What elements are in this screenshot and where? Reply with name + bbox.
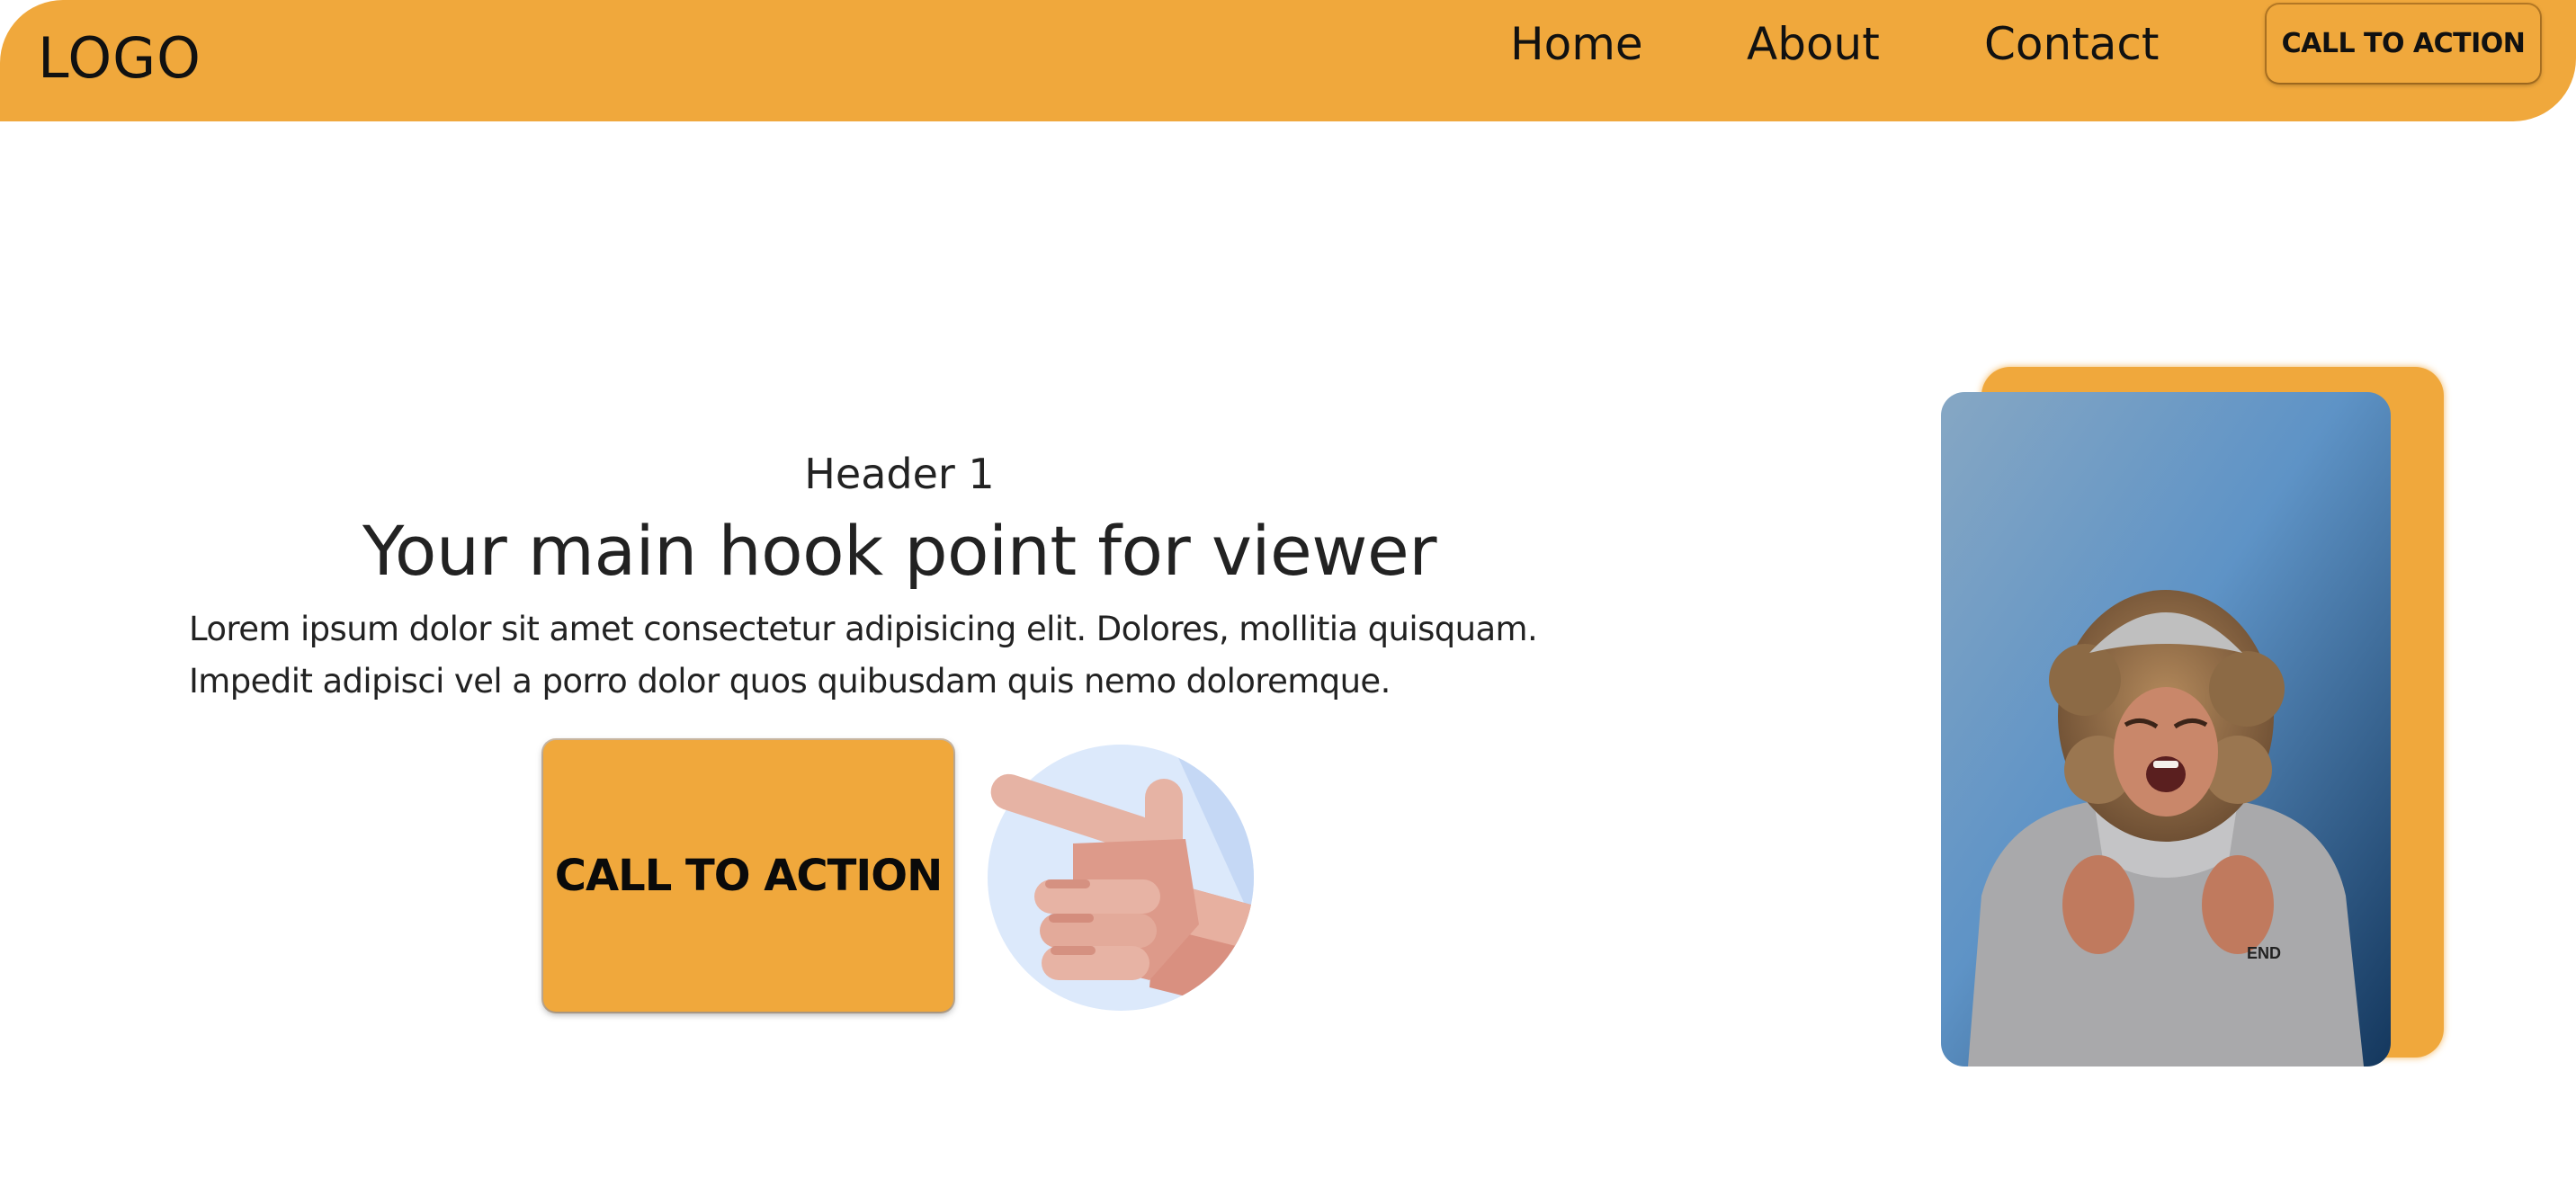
nav-link-about[interactable]: About (1747, 16, 1880, 72)
hero-body-line-1: Lorem ipsum dolor sit amet consectetur a… (189, 610, 1538, 648)
logo[interactable]: LOGO (38, 25, 201, 91)
hero-hook-title: Your main hook point for viewer (362, 511, 1436, 591)
hero-header: Header 1 (804, 450, 995, 498)
hero-body-line-2: Impedit adipisci vel a porro dolor quos … (189, 662, 1391, 701)
nav-link-home[interactable]: Home (1510, 16, 1643, 72)
nav-call-to-action-button[interactable]: CALL TO ACTION (2267, 4, 2540, 83)
svg-text:END: END (2247, 944, 2281, 962)
hero-call-to-action-button[interactable]: CALL TO ACTION (543, 740, 953, 1012)
smiling-person-photo: END (1941, 392, 2391, 1067)
pointing-hand-icon (988, 745, 1254, 1011)
nav-link-contact[interactable]: Contact (1984, 16, 2160, 72)
navbar: LOGO Home About Contact CALL TO ACTION (0, 0, 2576, 121)
